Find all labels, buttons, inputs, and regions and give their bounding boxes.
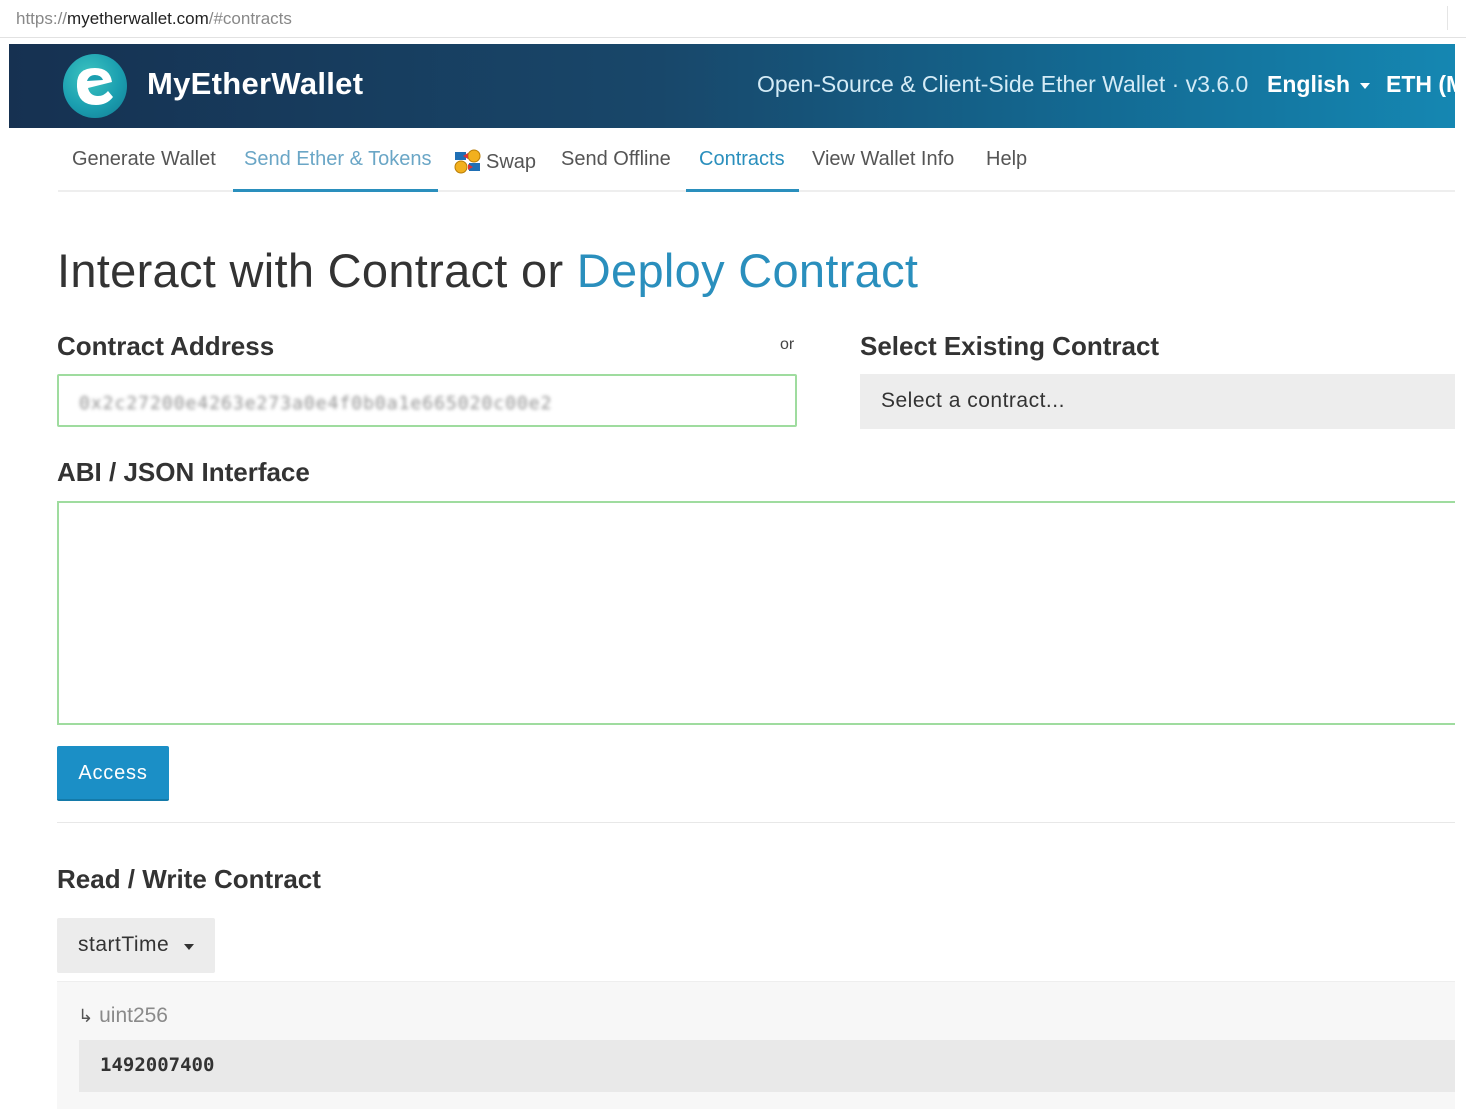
section-divider [57, 822, 1455, 823]
function-select-dropdown[interactable]: startTime [57, 918, 215, 973]
output-value-field[interactable]: 1492007400 [79, 1040, 1455, 1092]
url-scheme: https:// [16, 9, 68, 28]
browser-url-bar[interactable]: https://myetherwallet.com/#contracts [0, 0, 1466, 38]
output-type-text: uint256 [99, 1004, 168, 1027]
deploy-contract-link[interactable]: Deploy Contract [577, 244, 919, 297]
nav-swap[interactable]: Swap [454, 148, 536, 180]
page-title: Interact with Contract or Deploy Contrac… [57, 243, 918, 298]
page-title-text: Interact with Contract or [57, 244, 564, 297]
network-dropdown[interactable]: ETH (M [1386, 71, 1455, 98]
url-path: /#contracts [208, 9, 292, 28]
language-dropdown[interactable]: English [1267, 71, 1371, 98]
language-label: English [1267, 71, 1351, 97]
return-arrow-icon: ↳ [78, 1006, 94, 1026]
selected-function-label: startTime [78, 933, 170, 956]
or-label: or [780, 336, 795, 353]
nav-view-wallet-info[interactable]: View Wallet Info [812, 148, 954, 171]
url-text[interactable]: https://myetherwallet.com/#contracts [16, 9, 292, 29]
url-bar-divider [1447, 6, 1448, 30]
abi-json-label: ABI / JSON Interface [57, 457, 310, 487]
nav-underline-contracts [686, 189, 799, 192]
url-host: myetherwallet.com [67, 9, 209, 28]
nav-generate-wallet[interactable]: Generate Wallet [72, 148, 216, 171]
access-button[interactable]: Access [57, 746, 169, 801]
output-value-text: 1492007400 [100, 1054, 215, 1076]
nav-send-ether-tokens[interactable]: Send Ether & Tokens [244, 148, 432, 171]
read-write-heading: Read / Write Contract [57, 864, 321, 894]
nav-underline-send [233, 189, 438, 192]
app-header: MyEtherWallet Open-Source & Client-Side … [9, 44, 1455, 128]
swap-icon [454, 148, 482, 180]
output-type-label: ↳ uint256 [78, 1004, 168, 1028]
select-contract-placeholder: Select a contract... [881, 389, 1065, 412]
contract-address-value: 0x2c27200e4263e273a0e4f0b0a1e665020c00e2 [79, 393, 553, 414]
nav-send-offline[interactable]: Send Offline [561, 148, 671, 171]
nav-swap-label: Swap [486, 151, 537, 173]
main-nav: Generate Wallet Send Ether & Tokens Swap… [58, 128, 1455, 192]
brand-name[interactable]: MyEtherWallet [147, 66, 363, 102]
mew-logo-icon[interactable] [63, 54, 127, 118]
abi-json-textarea[interactable] [57, 501, 1455, 725]
nav-contracts[interactable]: Contracts [699, 148, 785, 171]
header-tagline: Open-Source & Client-Side Ether Wallet ·… [757, 71, 1249, 97]
chevron-down-icon [184, 944, 194, 950]
chevron-down-icon [1360, 82, 1371, 89]
contract-address-input[interactable]: 0x2c27200e4263e273a0e4f0b0a1e665020c00e2 [57, 374, 797, 427]
select-contract-dropdown[interactable]: Select a contract... [860, 374, 1455, 429]
select-existing-contract-label: Select Existing Contract [860, 331, 1160, 361]
nav-help[interactable]: Help [986, 148, 1027, 171]
contract-address-label: Contract Address [57, 331, 275, 361]
